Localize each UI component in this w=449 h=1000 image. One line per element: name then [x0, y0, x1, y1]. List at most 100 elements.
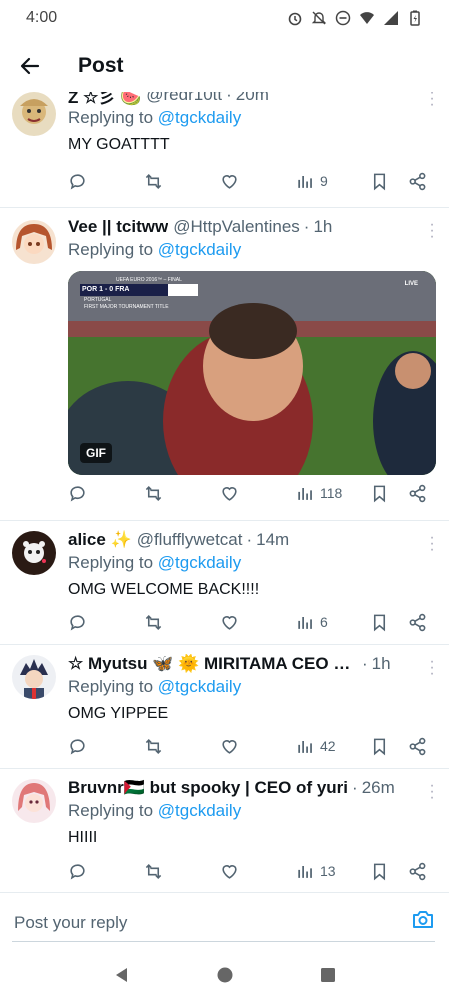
views-chart-icon: [298, 175, 312, 188]
user-handle[interactable]: @redr10tt: [146, 92, 222, 105]
timestamp[interactable]: 1h: [313, 217, 332, 237]
display-name[interactable]: Z ☆彡 🍉: [68, 92, 141, 106]
more-options-icon[interactable]: · · ·: [429, 654, 435, 682]
avatar[interactable]: [12, 220, 56, 264]
bookmark-icon: [373, 863, 386, 880]
reply-tweet[interactable]: ☆ Myutsu 🦋 🌞 MIRITAMA CEO 🐙 … · 1h Reply…: [0, 645, 449, 769]
views-button[interactable]: 42: [296, 737, 336, 756]
avatar[interactable]: [12, 655, 56, 699]
reply-button[interactable]: [68, 172, 87, 191]
share-button[interactable]: [408, 484, 427, 503]
heart-icon: [222, 615, 237, 630]
nav-back-icon[interactable]: [113, 966, 131, 984]
dnd-icon: [335, 10, 351, 26]
like-button[interactable]: [220, 172, 239, 191]
share-button[interactable]: [408, 862, 427, 881]
share-button[interactable]: [408, 172, 427, 191]
reply-button[interactable]: [68, 862, 87, 881]
bookmark-button[interactable]: [370, 737, 389, 756]
mention-link[interactable]: @tgckdaily: [158, 677, 241, 696]
more-options-icon[interactable]: · · ·: [429, 530, 435, 558]
reply-input[interactable]: Post your reply: [14, 913, 127, 933]
separator-dot: ·: [352, 778, 358, 797]
mention-link[interactable]: @tgckdaily: [158, 240, 241, 259]
reply-button[interactable]: [68, 737, 87, 756]
bookmark-button[interactable]: [370, 484, 389, 503]
views-button[interactable]: 118: [296, 484, 342, 503]
bookmark-button[interactable]: [370, 172, 389, 191]
scoreboard-caption: FIRST MAJOR TOURNAMENT TITLE: [84, 304, 169, 310]
views-button[interactable]: 9: [296, 172, 328, 191]
replying-label: Replying to: [68, 553, 154, 572]
reply-button[interactable]: [68, 484, 87, 503]
share-icon: [409, 172, 426, 190]
replying-to: Replying to @tgckdaily: [68, 553, 435, 575]
like-button[interactable]: [220, 737, 239, 756]
scoreboard-event: UEFA EURO 2016™ – FINAL: [116, 277, 182, 283]
timestamp[interactable]: 20m: [236, 92, 269, 105]
avatar[interactable]: [12, 779, 56, 823]
repost-icon: [145, 485, 162, 501]
comment-icon: [70, 173, 85, 190]
replying-label: Replying to: [68, 801, 154, 820]
tweet-header: alice ✨ @flufflywetcat · 14m: [68, 529, 435, 551]
gif-media[interactable]: POR 1 - 0 FRA FINAL UEFA EURO 2016™ – FI…: [68, 271, 436, 475]
heart-icon: [222, 174, 237, 189]
reply-tweet[interactable]: Bruvnr🇵🇸 but spooky | CEO of yuri · 26m …: [0, 769, 449, 892]
more-options-icon[interactable]: · · ·: [429, 778, 435, 806]
comment-icon: [70, 738, 85, 755]
display-name[interactable]: Bruvnr🇵🇸 but spooky | CEO of yuri: [68, 778, 348, 798]
user-handle[interactable]: @flufflywetcat: [137, 530, 243, 550]
tweet-header: Bruvnr🇵🇸 but spooky | CEO of yuri · 26m: [68, 777, 435, 799]
more-options-icon[interactable]: · · ·: [429, 217, 435, 245]
share-button[interactable]: [408, 737, 427, 756]
mention-link[interactable]: @tgckdaily: [158, 801, 241, 820]
like-button[interactable]: [220, 484, 239, 503]
user-handle[interactable]: @HttpValentines: [173, 217, 300, 237]
wifi-icon: [360, 12, 374, 24]
reply-tweet[interactable]: Z ☆彡 🍉 @redr10tt · 20m Replying to @tgck…: [0, 92, 449, 208]
bookmark-button[interactable]: [370, 862, 389, 881]
views-button[interactable]: 6: [296, 613, 328, 632]
display-name[interactable]: alice ✨: [68, 530, 132, 550]
avatar[interactable]: [12, 92, 56, 136]
timestamp[interactable]: 14m: [256, 530, 289, 550]
repost-button[interactable]: [144, 862, 163, 881]
reply-tweet[interactable]: Vee || tcitww @HttpValentines · 1h Reply…: [0, 208, 449, 521]
repost-button[interactable]: [144, 172, 163, 191]
replying-to: Replying to @tgckdaily: [68, 801, 435, 823]
mention-link[interactable]: @tgckdaily: [158, 108, 241, 127]
signal-icon: [384, 11, 398, 25]
avatar[interactable]: [12, 531, 56, 575]
gif-badge: GIF: [80, 443, 112, 463]
views-button[interactable]: 13: [296, 862, 336, 881]
page-title: Post: [78, 54, 124, 77]
repost-button[interactable]: [144, 613, 163, 632]
more-options-icon[interactable]: · · ·: [429, 92, 435, 113]
repost-button[interactable]: [144, 484, 163, 503]
like-button[interactable]: [220, 613, 239, 632]
nav-recents-icon[interactable]: [319, 966, 337, 984]
share-icon: [409, 613, 426, 631]
nav-home-icon[interactable]: [216, 966, 234, 984]
back-button[interactable]: [0, 40, 60, 92]
bookmark-icon: [373, 738, 386, 755]
display-name[interactable]: Vee || tcitww: [68, 217, 168, 237]
display-name[interactable]: ☆ Myutsu 🦋 🌞 MIRITAMA CEO 🐙 …: [68, 654, 358, 674]
tweet-header: Vee || tcitww @HttpValentines · 1h: [68, 216, 435, 238]
timestamp[interactable]: 1h: [372, 654, 391, 674]
battery-icon: [410, 10, 420, 26]
like-button[interactable]: [220, 862, 239, 881]
reply-button[interactable]: [68, 613, 87, 632]
scoreboard-caption: PORTUGAL: [84, 297, 112, 303]
share-button[interactable]: [408, 613, 427, 632]
reply-feed: Z ☆彡 🍉 @redr10tt · 20m Replying to @tgck…: [0, 92, 449, 892]
replying-label: Replying to: [68, 108, 154, 127]
separator-dot: ·: [226, 92, 232, 104]
timestamp[interactable]: 26m: [362, 778, 395, 798]
reply-tweet[interactable]: alice ✨ @flufflywetcat · 14m Replying to…: [0, 521, 449, 645]
camera-icon[interactable]: [411, 907, 435, 931]
bookmark-button[interactable]: [370, 613, 389, 632]
mention-link[interactable]: @tgckdaily: [158, 553, 241, 572]
repost-button[interactable]: [144, 737, 163, 756]
